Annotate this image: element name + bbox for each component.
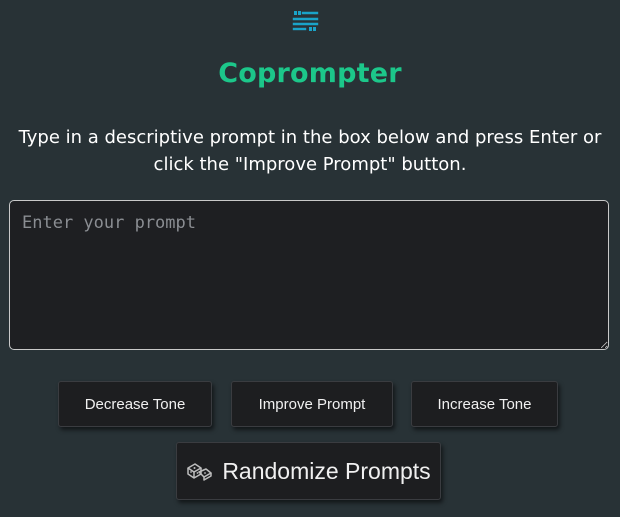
decrease-tone-button[interactable]: Decrease Tone [58, 381, 212, 427]
quote-lines-icon [291, 9, 319, 33]
improve-prompt-label: Improve Prompt [258, 395, 366, 413]
prompt-input[interactable] [9, 200, 609, 350]
app-title: Coprompter [218, 58, 402, 89]
increase-tone-label: Increase Tone [437, 395, 532, 413]
randomize-prompts-button[interactable]: Randomize Prompts [176, 442, 441, 500]
dice-icon [186, 460, 213, 482]
improve-prompt-button[interactable]: Improve Prompt [231, 381, 393, 427]
increase-tone-button[interactable]: Increase Tone [411, 381, 558, 427]
randomize-prompts-label: Randomize Prompts [222, 457, 431, 484]
decrease-tone-label: Decrease Tone [84, 395, 186, 413]
instructions-text: Type in a descriptive prompt in the box … [18, 127, 602, 175]
